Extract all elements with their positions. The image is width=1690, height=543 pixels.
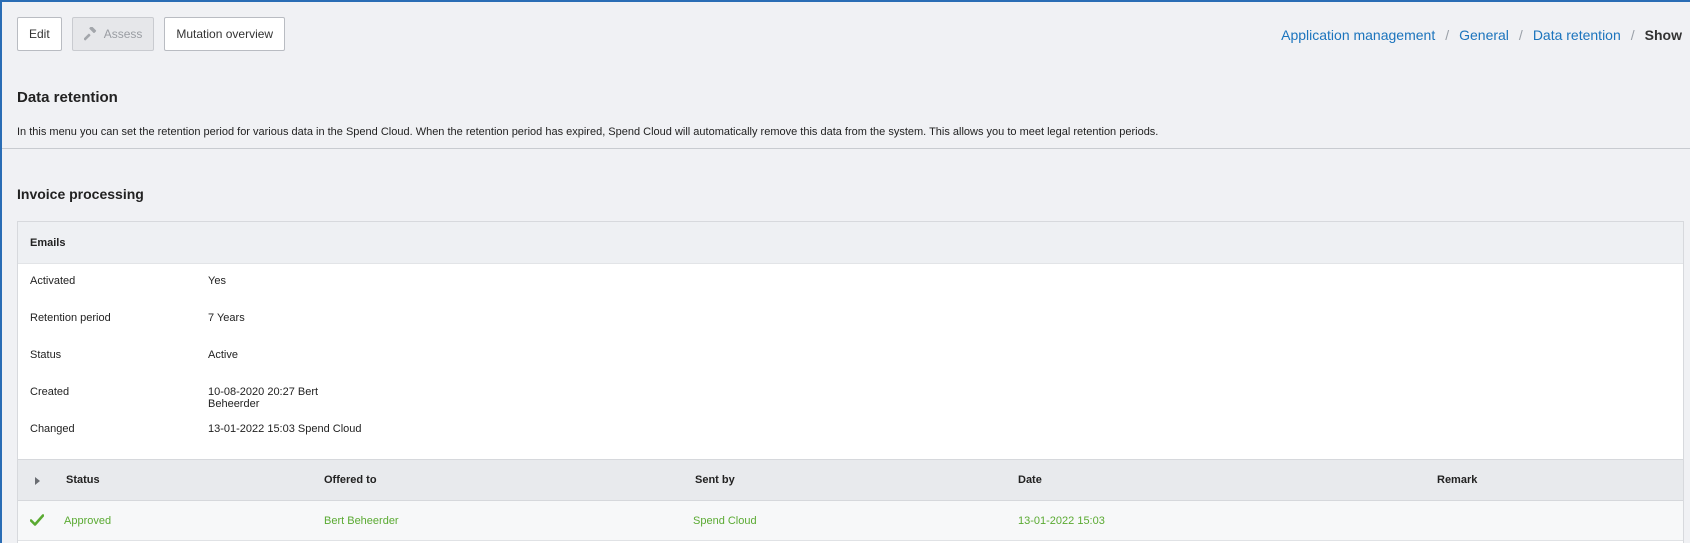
history-table-header: Status Offered to Sent by Date Remark: [18, 459, 1683, 501]
detail-value: Active: [208, 349, 238, 361]
detail-value: 13-01-2022 15:03 Spend Cloud: [208, 423, 362, 435]
column-date[interactable]: Date: [1018, 474, 1042, 486]
breadcrumb-separator: /: [1445, 27, 1450, 43]
breadcrumb-data-retention[interactable]: Data retention: [1533, 27, 1621, 43]
detail-value: Yes: [208, 275, 226, 287]
column-offered-to[interactable]: Offered to: [324, 474, 377, 486]
row-sent-by: Spend Cloud: [693, 515, 757, 527]
column-remark[interactable]: Remark: [1437, 474, 1477, 486]
edit-button[interactable]: Edit: [17, 17, 62, 51]
panel-header: Emails: [18, 222, 1683, 264]
breadcrumb-separator: /: [1630, 27, 1635, 43]
breadcrumb-separator: /: [1518, 27, 1523, 43]
page-title: Data retention: [17, 89, 118, 106]
row-status: Approved: [64, 515, 112, 527]
app-frame: Edit Assess Mutation overview Applicatio…: [0, 0, 1690, 543]
emails-panel: Emails Activated Yes Retention period 7 …: [17, 221, 1684, 543]
mutation-overview-button[interactable]: Mutation overview: [164, 17, 286, 51]
row-date: 13-01-2022 15:03: [1018, 515, 1105, 527]
column-sent-by[interactable]: Sent by: [695, 474, 735, 486]
row-offered-to: Bert Beheerder: [324, 515, 399, 527]
column-status[interactable]: Status: [66, 474, 100, 486]
toolbar: Edit Assess Mutation overview: [17, 17, 286, 51]
assess-button[interactable]: Assess: [71, 17, 155, 51]
detail-value: 10-08-2020 20:27 Bert Beheerder: [208, 386, 319, 410]
breadcrumb-current: Show: [1644, 27, 1682, 43]
divider: [2, 148, 1690, 149]
section-title: Invoice processing: [17, 186, 144, 202]
detail-label: Status: [30, 349, 62, 361]
breadcrumb-application-management[interactable]: Application management: [1281, 27, 1435, 43]
assess-button-label: Assess: [103, 27, 143, 41]
expand-caret-icon[interactable]: [35, 477, 40, 485]
table-row[interactable]: Approved Bert Beheerder Spend Cloud 13-0…: [18, 501, 1683, 541]
detail-label: Activated: [30, 275, 76, 287]
page-description: In this menu you can set the retention p…: [17, 126, 1159, 138]
gavel-icon: [83, 27, 96, 41]
check-icon: [30, 514, 44, 526]
detail-label: Retention period: [30, 312, 111, 324]
detail-label: Created: [30, 386, 70, 398]
detail-value: 7 Years: [208, 312, 245, 324]
breadcrumb-general[interactable]: General: [1459, 27, 1509, 43]
breadcrumb: Application management / General / Data …: [1281, 27, 1682, 43]
detail-label: Changed: [30, 423, 75, 435]
